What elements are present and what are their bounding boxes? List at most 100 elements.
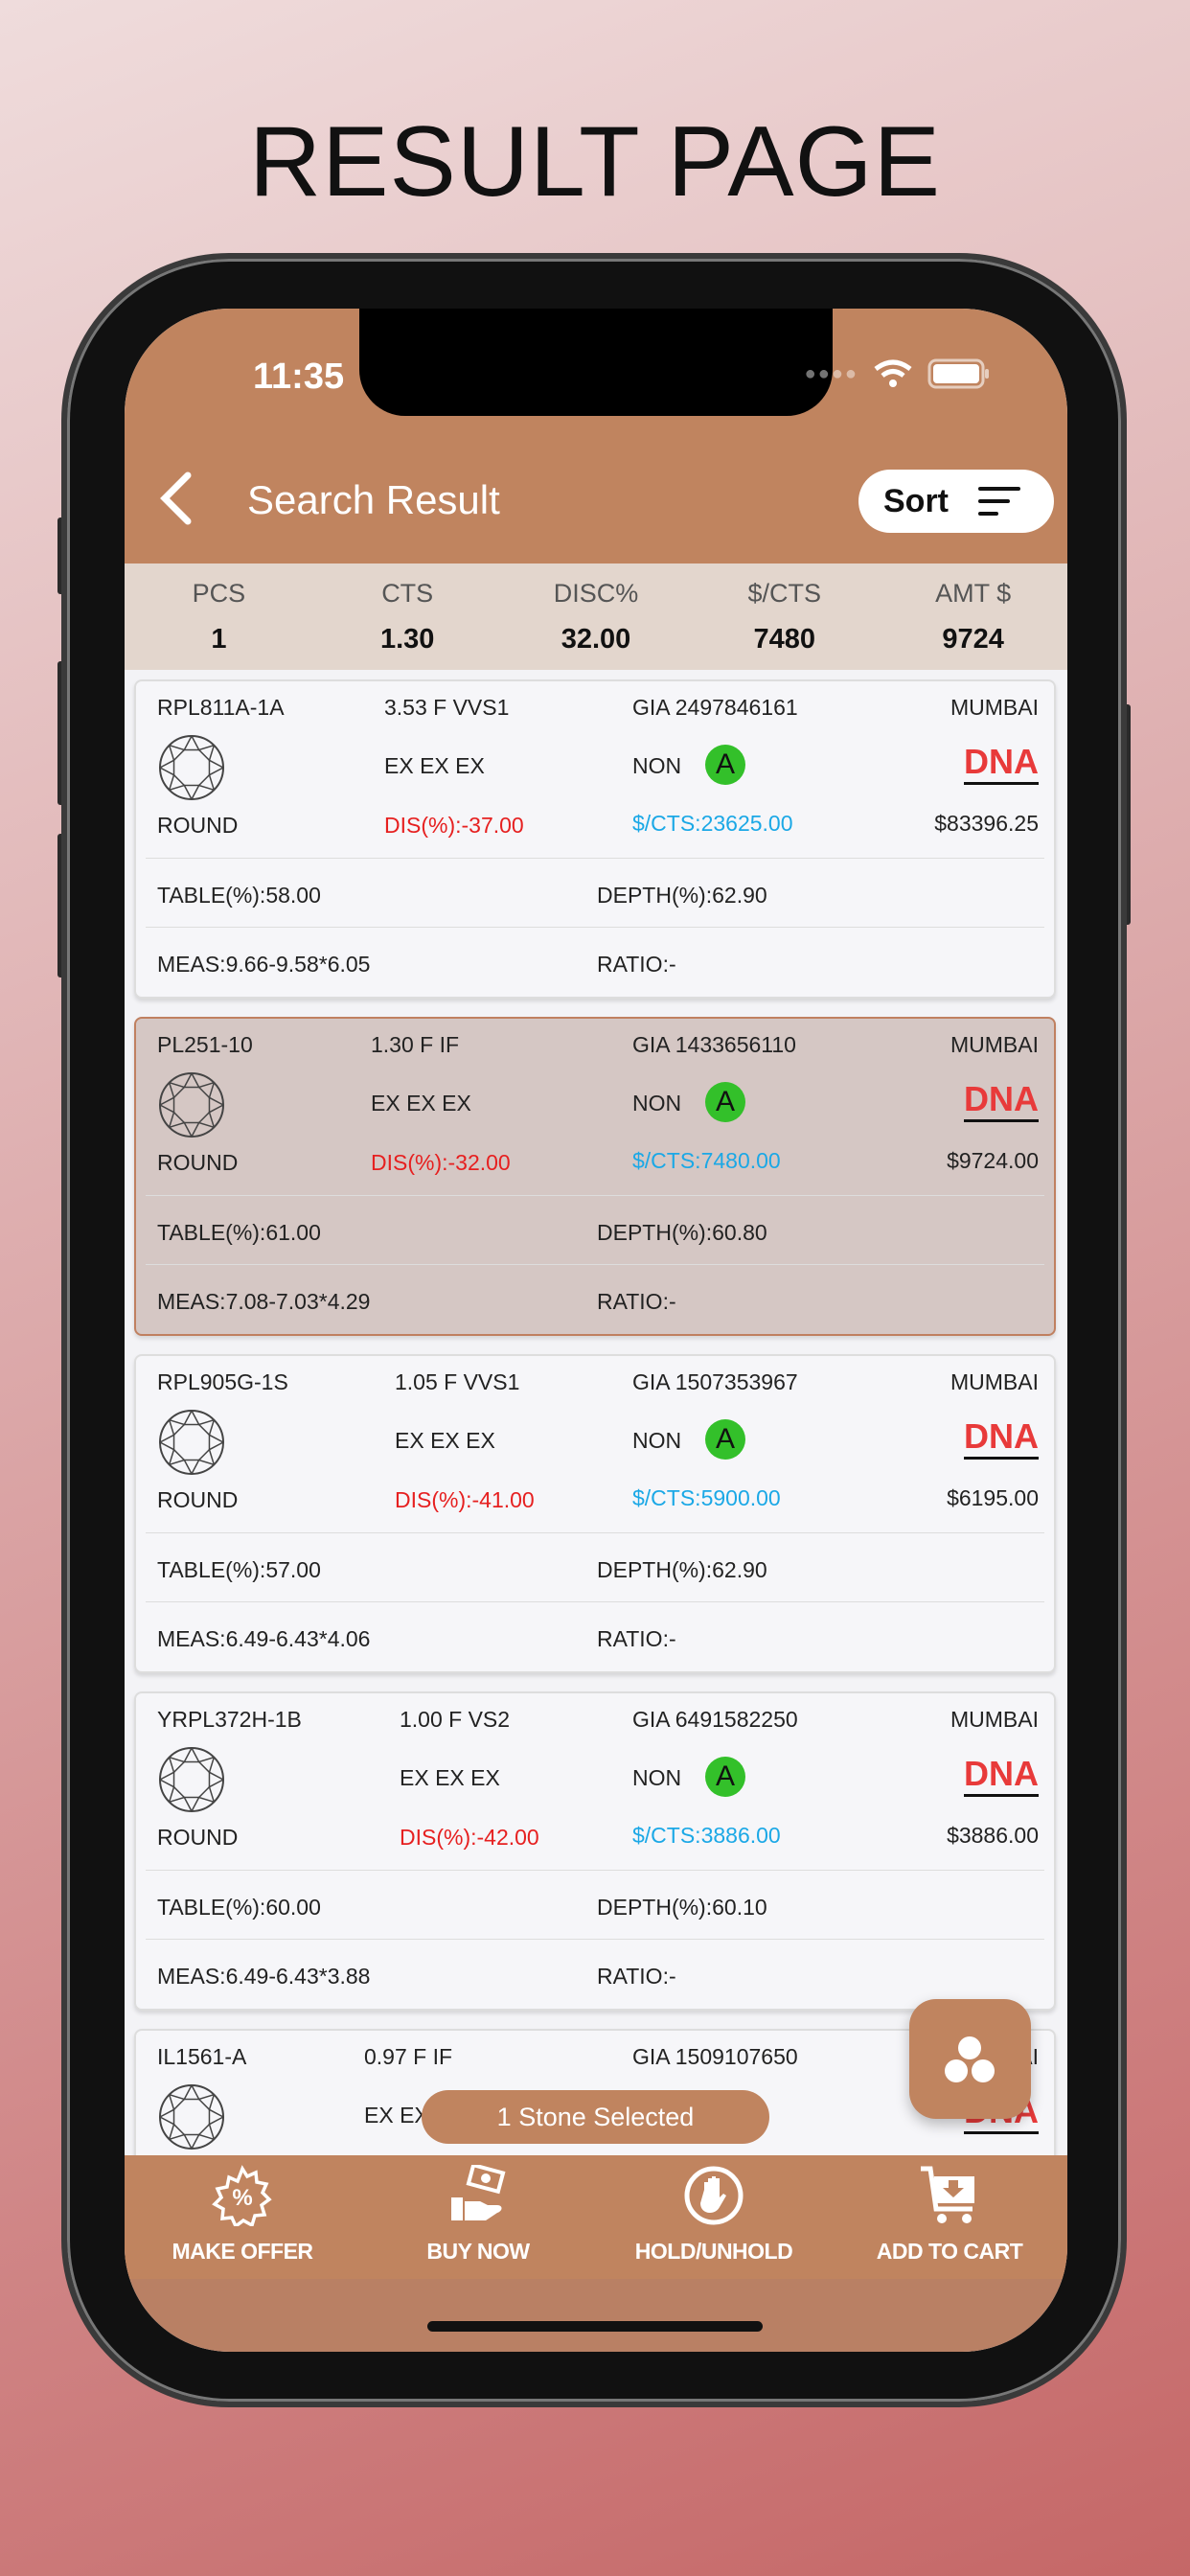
summary-value: 1.30: [379, 624, 435, 655]
status-icons: ●●●●: [805, 358, 991, 389]
location: MUMBAI: [950, 1032, 1039, 1057]
hand-money-icon: [447, 2162, 509, 2230]
three-dots-icon: [945, 2036, 995, 2082]
dna-link[interactable]: DNA: [964, 1082, 1039, 1122]
stone-id: RPL811A-1A: [157, 695, 285, 720]
stone-card[interactable]: PL251-10 1.30 F IF GIA 1433656110 MUMBAI…: [134, 1017, 1056, 1336]
summary-value: 7480: [753, 624, 816, 655]
app-screen: 11:35 ●●●● Search Result Sort PCS 1 CTS 1.3…: [125, 309, 1067, 2352]
price-per-carat: $/CTS:5900.00: [632, 1485, 781, 1510]
discount: DIS(%):-32.00: [371, 1150, 511, 1175]
summary-value: 1: [211, 624, 227, 655]
table-percent: TABLE(%):57.00: [157, 1557, 321, 1582]
summary-value: 9724: [942, 624, 1004, 655]
action-label: MAKE OFFER: [172, 2239, 313, 2264]
price-per-carat: $/CTS:7480.00: [632, 1148, 781, 1173]
sort-button[interactable]: Sort: [858, 470, 1054, 533]
selection-toast: 1 Stone Selected: [422, 2090, 769, 2144]
stone-spec: 3.53 F VVS1: [384, 695, 510, 720]
stone-spec: 1.30 F IF: [371, 1032, 460, 1057]
table-percent: TABLE(%):61.00: [157, 1220, 321, 1245]
page-title: RESULT PAGE: [249, 106, 941, 218]
action-add-to-cart-button[interactable]: ADD TO CART: [832, 2155, 1067, 2279]
action-label: HOLD/UNHOLD: [634, 2239, 793, 2264]
location: MUMBAI: [950, 1369, 1039, 1394]
stone-card[interactable]: YRPL372H-1B 1.00 F VS2 GIA 6491582250 MU…: [134, 1691, 1056, 2011]
amount: $83396.25: [934, 811, 1039, 836]
header: 11:35 ●●●● Search Result Sort: [125, 309, 1067, 564]
certificate-link[interactable]: GIA 1509107650: [632, 2044, 798, 2070]
certificate-link[interactable]: GIA 1507353967: [632, 1369, 798, 1395]
summary-label: $/CTS: [747, 579, 822, 608]
ratio: RATIO:-: [597, 952, 676, 977]
summary-label: PCS: [192, 579, 246, 608]
divider: [146, 927, 1044, 928]
summary-4: AMT $ 9724: [879, 564, 1067, 670]
more-options-fab[interactable]: [909, 1999, 1031, 2119]
screen-title: Search Result: [247, 477, 500, 522]
cut-polish-symmetry: EX EX EX: [384, 753, 485, 778]
dna-link[interactable]: DNA: [964, 1419, 1039, 1460]
action-buy-now-button[interactable]: BUY NOW: [360, 2155, 596, 2279]
ratio: RATIO:-: [597, 1964, 676, 1989]
sort-label: Sort: [883, 482, 949, 519]
summary-label: CTS: [381, 579, 434, 608]
stone-card[interactable]: RPL811A-1A 3.53 F VVS1 GIA 2497846161 MU…: [134, 679, 1056, 999]
round-diamond-icon: [157, 1745, 226, 1814]
measurements: MEAS:6.49-6.43*4.06: [157, 1626, 371, 1651]
shape: ROUND: [157, 1487, 239, 1512]
divider: [146, 1195, 1044, 1196]
stone-spec: 1.05 F VVS1: [395, 1369, 520, 1394]
divider: [146, 1870, 1044, 1871]
action-label: BUY NOW: [426, 2239, 530, 2264]
amount: $9724.00: [947, 1148, 1039, 1173]
back-chevron-icon[interactable]: [155, 470, 199, 527]
availability-badge: A: [705, 1419, 745, 1460]
stone-id: PL251-10: [157, 1032, 253, 1057]
cut-polish-symmetry: EX EX EX: [395, 1428, 495, 1453]
shape: ROUND: [157, 1150, 239, 1175]
location: MUMBAI: [950, 695, 1039, 720]
action-hold-unhold-button[interactable]: HOLD/UNHOLD: [596, 2155, 832, 2279]
measurements: MEAS:7.08-7.03*4.29: [157, 1289, 371, 1314]
stone-id: YRPL372H-1B: [157, 1707, 302, 1732]
dna-link[interactable]: DNA: [964, 1757, 1039, 1797]
notch: [359, 309, 833, 416]
stone-id: RPL905G-1S: [157, 1369, 288, 1394]
availability-badge: A: [705, 1082, 745, 1122]
table-percent: TABLE(%):60.00: [157, 1895, 321, 1920]
shape: ROUND: [157, 1825, 239, 1850]
summary-3: $/CTS 7480: [690, 564, 879, 670]
signal-icon: ●●●●: [804, 362, 858, 384]
depth-percent: DEPTH(%):62.90: [597, 883, 767, 908]
certificate-link[interactable]: GIA 6491582250: [632, 1707, 798, 1733]
round-diamond-icon: [157, 733, 226, 802]
stone-list[interactable]: RPL811A-1A 3.53 F VVS1 GIA 2497846161 MU…: [125, 670, 1067, 2155]
divider: [146, 1939, 1044, 1940]
dna-link[interactable]: DNA: [964, 745, 1039, 785]
discount: DIS(%):-42.00: [400, 1825, 539, 1850]
table-percent: TABLE(%):58.00: [157, 883, 321, 908]
depth-percent: DEPTH(%):60.10: [597, 1895, 767, 1920]
stone-card[interactable]: RPL905G-1S 1.05 F VVS1 GIA 1507353967 MU…: [134, 1354, 1056, 1673]
percent-badge-icon: %: [212, 2165, 273, 2230]
round-diamond-icon: [157, 1408, 226, 1477]
fluorescence: NON: [632, 753, 682, 778]
summary-0: PCS 1: [125, 564, 313, 670]
svg-text:%: %: [232, 2185, 252, 2211]
divider: [146, 1264, 1044, 1265]
summary-value: 32.00: [561, 624, 631, 655]
action-make-offer-button[interactable]: % MAKE OFFER: [125, 2155, 360, 2279]
certificate-link[interactable]: GIA 1433656110: [632, 1032, 796, 1058]
battery-icon: [927, 358, 989, 389]
summary-label: AMT $: [935, 579, 1012, 608]
divider: [146, 858, 1044, 859]
depth-percent: DEPTH(%):60.80: [597, 1220, 767, 1245]
discount: DIS(%):-37.00: [384, 813, 524, 838]
cut-polish-symmetry: EX EX EX: [371, 1091, 471, 1116]
home-indicator[interactable]: [427, 2321, 763, 2332]
summary-2: DISC% 32.00: [502, 564, 691, 670]
status-time: 11:35: [253, 356, 345, 397]
fluorescence: NON: [632, 1428, 682, 1453]
certificate-link[interactable]: GIA 2497846161: [632, 695, 798, 721]
